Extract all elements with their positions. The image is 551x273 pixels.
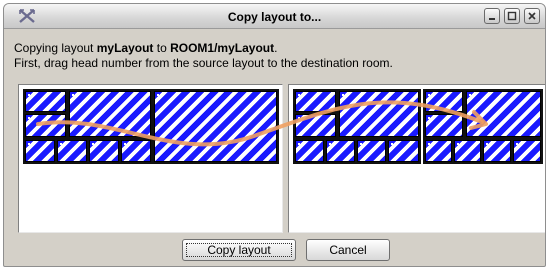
window-title: Copy layout to... [227, 10, 322, 24]
head-marker [428, 117, 430, 119]
head-marker [469, 94, 471, 96]
destination-head[interactable] [339, 91, 419, 137]
head-marker [516, 143, 518, 145]
title-bar[interactable]: Copy layout to... [4, 4, 545, 29]
description-prefix: Copying layout [14, 41, 97, 55]
head-marker [124, 143, 126, 145]
cancel-button[interactable]: Cancel [306, 239, 390, 261]
destination-head[interactable] [357, 140, 386, 162]
head-marker [360, 143, 362, 145]
focus-ring [186, 243, 292, 257]
source-head[interactable] [57, 140, 87, 162]
head-marker [298, 117, 300, 119]
cancel-label: Cancel [329, 243, 367, 257]
destination-head[interactable] [425, 91, 463, 112]
instruction-text: First, drag head number from the source … [14, 56, 393, 70]
destination-head[interactable] [454, 140, 481, 162]
head-marker [457, 143, 459, 145]
layout-name: myLayout [96, 41, 154, 55]
destination-head[interactable] [388, 140, 419, 162]
description-suffix: . [274, 41, 278, 55]
head-marker [157, 94, 159, 96]
destination-head[interactable] [513, 140, 541, 162]
source-head[interactable] [69, 91, 151, 137]
head-marker [486, 143, 488, 145]
head-marker [298, 94, 300, 96]
head-marker [428, 94, 430, 96]
source-head[interactable] [25, 114, 66, 137]
destination-head[interactable] [295, 140, 324, 162]
source-head[interactable] [89, 140, 119, 162]
destination-head[interactable] [466, 91, 541, 137]
head-marker [391, 143, 393, 145]
head-marker [28, 143, 30, 145]
head-marker [92, 143, 94, 145]
destination-room-panel[interactable] [288, 84, 545, 233]
source-head[interactable] [25, 91, 66, 112]
source-layout[interactable] [23, 89, 279, 164]
copy-layout-button[interactable]: Copy layout [182, 239, 296, 261]
destination-name: ROOM1/myLayout [170, 41, 275, 55]
maximize-icon[interactable] [504, 8, 520, 24]
head-marker [329, 143, 331, 145]
head-marker [60, 143, 62, 145]
destination-head[interactable] [425, 140, 452, 162]
head-marker [428, 143, 430, 145]
destination-head[interactable] [483, 140, 511, 162]
source-head[interactable] [121, 140, 151, 162]
head-marker [298, 143, 300, 145]
copy-description: Copying layout myLayout to ROOM1/myLayou… [14, 41, 277, 55]
head-marker [342, 94, 344, 96]
source-head[interactable] [154, 91, 277, 162]
destination-head[interactable] [295, 114, 336, 137]
destination-layout-1[interactable] [293, 89, 421, 164]
description-middle: to [153, 41, 171, 55]
copy-layout-dialog: Copy layout to... Copying layout myLayou… [3, 3, 546, 267]
source-layout-panel[interactable] [18, 84, 283, 233]
destination-head[interactable] [326, 140, 355, 162]
head-marker [28, 94, 30, 96]
minimize-icon[interactable] [484, 8, 500, 24]
head-marker [72, 94, 74, 96]
destination-head[interactable] [425, 114, 463, 137]
close-icon[interactable] [524, 8, 540, 24]
destination-head[interactable] [295, 91, 336, 112]
source-head[interactable] [25, 140, 55, 162]
head-marker [28, 117, 30, 119]
destination-layout-2[interactable] [423, 89, 543, 164]
